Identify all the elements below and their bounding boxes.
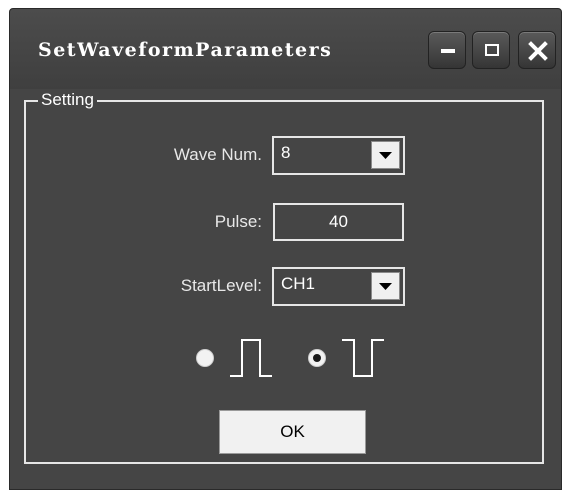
- negative-pulse-radio[interactable]: [308, 349, 326, 367]
- wave-num-label: Wave Num.: [173, 145, 262, 164]
- title-bar[interactable]: SetWaveformParameters: [10, 9, 561, 89]
- pulse-input[interactable]: 40: [273, 203, 404, 241]
- close-icon: [528, 41, 548, 61]
- window-title: SetWaveformParameters: [38, 39, 333, 61]
- start-level-select[interactable]: CH1: [272, 267, 405, 306]
- start-level-value: CH1: [281, 274, 316, 293]
- wave-num-select[interactable]: 8: [272, 136, 405, 175]
- radio-selected-dot: [313, 354, 321, 362]
- negative-pulse-wave-icon: [342, 339, 384, 377]
- chevron-down-icon: [379, 152, 392, 159]
- positive-pulse-wave-icon: [230, 339, 272, 377]
- wave-num-dropdown-button[interactable]: [371, 141, 400, 169]
- close-button[interactable]: [518, 31, 556, 69]
- maximize-icon: [485, 44, 499, 56]
- positive-pulse-radio[interactable]: [196, 349, 214, 367]
- minimize-icon: [441, 49, 455, 53]
- setting-group-legend: Setting: [38, 91, 97, 109]
- chevron-down-icon: [379, 283, 392, 290]
- start-level-dropdown-button[interactable]: [371, 272, 400, 300]
- ok-button[interactable]: OK: [219, 410, 366, 454]
- minimize-button[interactable]: [428, 31, 466, 69]
- pulse-label: Pulse:: [214, 212, 262, 231]
- wave-num-value: 8: [281, 143, 291, 162]
- start-level-label: StartLevel:: [180, 276, 262, 295]
- maximize-button[interactable]: [472, 31, 510, 69]
